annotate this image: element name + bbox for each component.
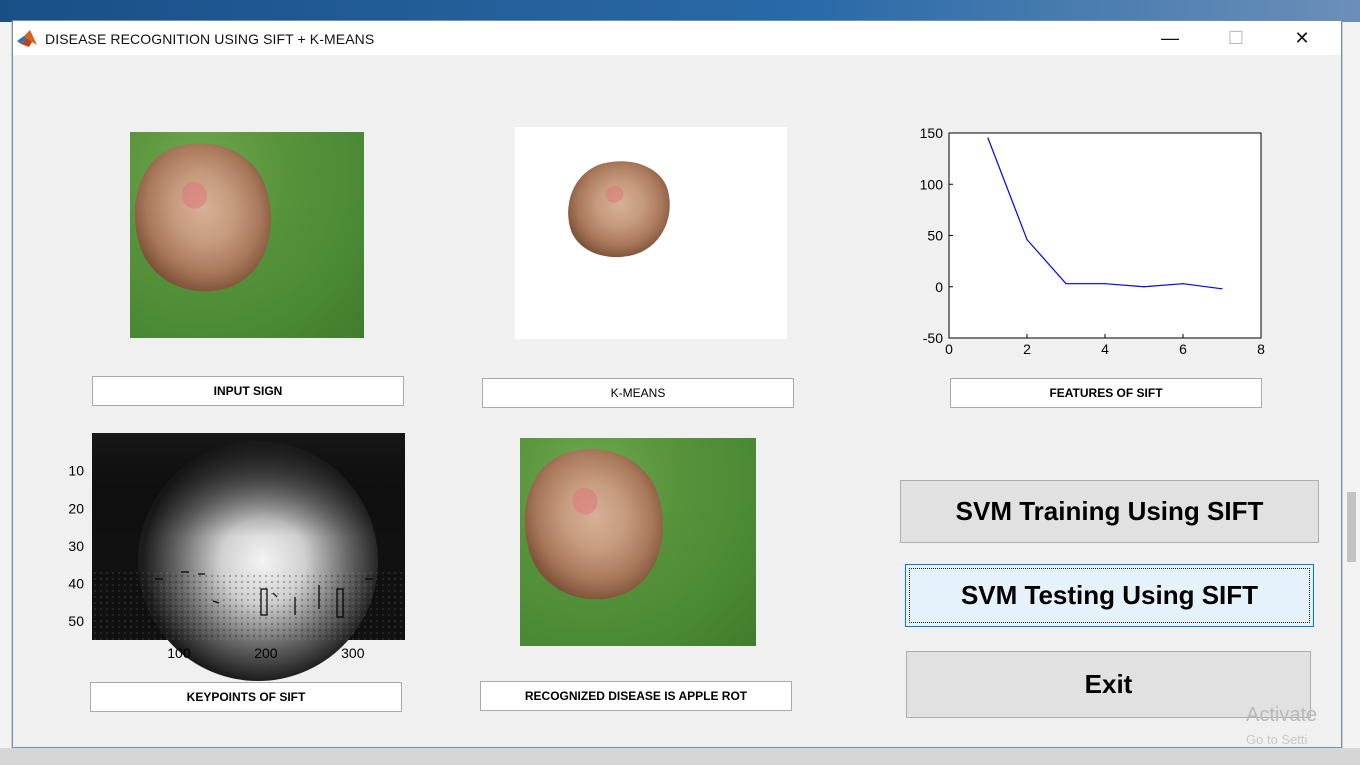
background-app-scroll <box>1342 22 1360 765</box>
input-sign-label: INPUT SIGN <box>92 376 404 406</box>
y-tick-label: -50 <box>923 330 943 346</box>
figure-content: INPUT SIGN K-MEANS 0 2 4 6 8 150 100 50 0 -50 FEA… <box>13 55 1341 747</box>
data-point <box>1182 283 1184 285</box>
features-label: FEATURES OF SIFT <box>950 378 1262 408</box>
close-button[interactable]: ✕ <box>1279 21 1325 55</box>
x-tick-label: 0 <box>945 341 953 357</box>
data-point <box>1065 283 1067 285</box>
x-tick-label: 8 <box>1257 341 1265 357</box>
minimize-button[interactable]: — <box>1147 21 1193 55</box>
input-image <box>130 132 364 338</box>
window-title: DISEASE RECOGNITION USING SIFT + K-MEANS <box>45 31 375 47</box>
recognized-image <box>520 438 756 646</box>
kmeans-image <box>515 127 787 339</box>
data-point <box>1221 288 1223 290</box>
x-tick-label: 4 <box>1101 341 1109 357</box>
activation-watermark: Activate <box>1246 704 1318 726</box>
data-point <box>987 137 989 139</box>
sift-features-plot: 0 2 4 6 8150100500-50 <box>920 125 1265 357</box>
y-tick-label: 0 <box>935 279 943 295</box>
y-tick-label: 30 <box>68 538 84 554</box>
keypoints-label: KEYPOINTS OF SIFT <box>90 682 402 712</box>
y-tick-label: 50 <box>68 613 84 629</box>
taskbar-strip <box>0 748 1360 765</box>
y-tick-label: 10 <box>68 463 84 479</box>
main-window: DISEASE RECOGNITION USING SIFT + K-MEANS… <box>12 20 1342 748</box>
result-label: RECOGNIZED DISEASE IS APPLE ROT <box>480 681 792 711</box>
svm-testing-button[interactable]: SVM Testing Using SIFT <box>905 564 1314 627</box>
data-point <box>1104 283 1106 285</box>
svm-training-button[interactable]: SVM Training Using SIFT <box>900 480 1319 543</box>
maximize-button[interactable]: ☐ <box>1213 21 1259 55</box>
activation-watermark-sub: Go to Setti <box>1246 732 1308 747</box>
y-tick-label: 150 <box>920 125 944 141</box>
y-tick-label: 100 <box>920 176 944 192</box>
x-tick-label: 200 <box>254 645 278 661</box>
keypoint-image-texture <box>92 571 405 640</box>
plot-area <box>948 132 1262 339</box>
desktop-background <box>0 0 1360 22</box>
matlab-icon <box>17 30 37 47</box>
x-tick-label: 300 <box>341 645 365 661</box>
y-tick-label: 50 <box>927 228 943 244</box>
keypoints-plot: 100 200 300 10 20 30 40 50 <box>68 433 405 681</box>
disease-spot <box>130 132 292 310</box>
scrollbar-thumb[interactable] <box>1347 492 1356 562</box>
kmeans-label: K-MEANS <box>482 378 794 408</box>
y-tick-label: 40 <box>68 576 84 592</box>
title-bar[interactable]: DISEASE RECOGNITION USING SIFT + K-MEANS… <box>13 21 1341 55</box>
disease-spot <box>520 438 685 618</box>
x-tick-label: 100 <box>167 645 191 661</box>
y-tick-label: 20 <box>68 500 84 516</box>
data-point <box>1026 239 1028 241</box>
segmented-spot <box>556 149 682 269</box>
data-point <box>1143 286 1145 288</box>
background-app-edge <box>0 22 12 765</box>
x-tick-label: 2 <box>1023 341 1031 357</box>
x-tick-label: 6 <box>1179 341 1187 357</box>
